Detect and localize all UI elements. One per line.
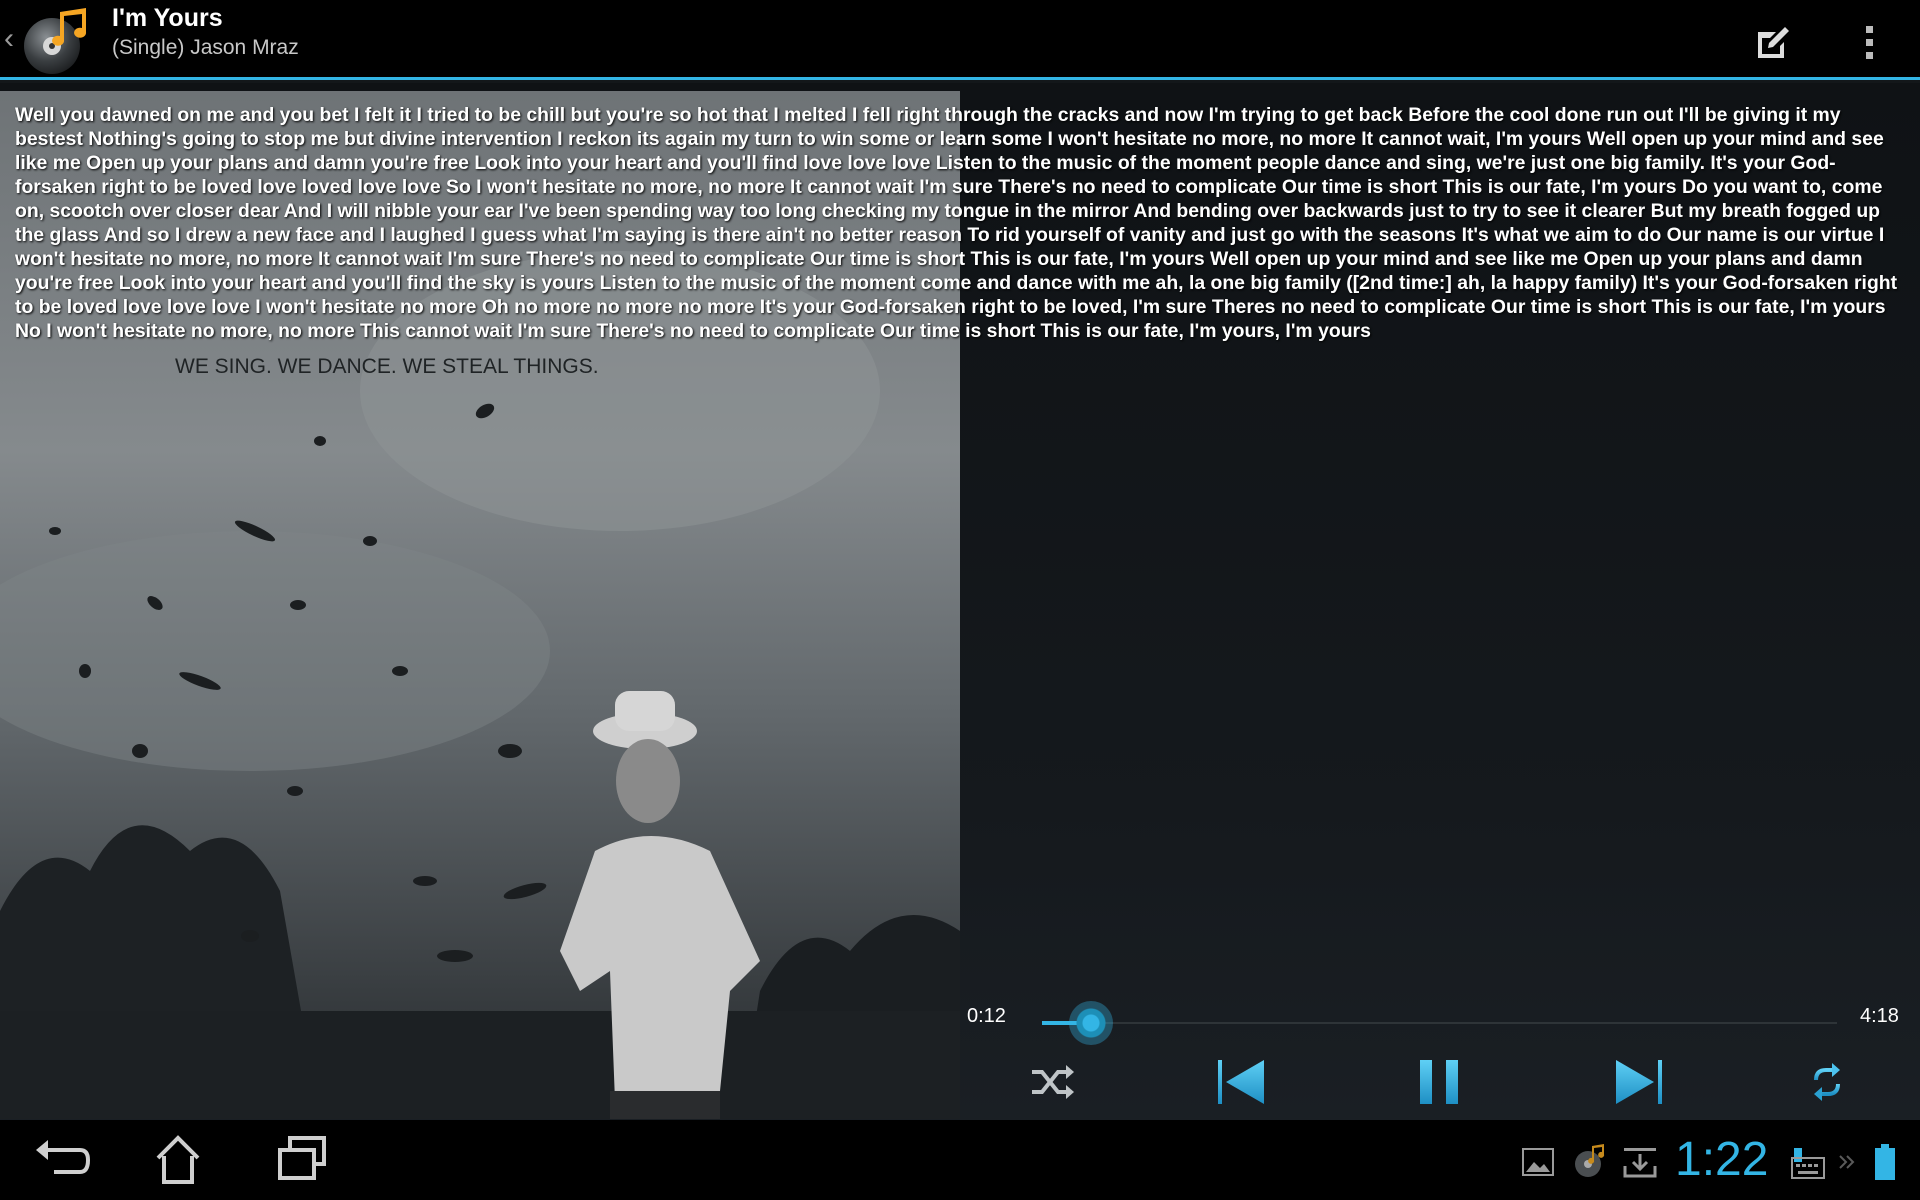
music-notification-icon[interactable] bbox=[1572, 1144, 1608, 1180]
seek-track[interactable] bbox=[1042, 1022, 1837, 1024]
current-time: 0:12 bbox=[967, 1005, 1006, 1027]
shuffle-icon[interactable] bbox=[1028, 1050, 1076, 1114]
expand-icon[interactable] bbox=[1836, 1144, 1858, 1180]
gallery-icon[interactable] bbox=[1520, 1144, 1556, 1180]
player-content: WE SING. WE DANCE. WE STEAL THINGS. Well… bbox=[0, 83, 1920, 1120]
repeat-icon[interactable] bbox=[1812, 1050, 1842, 1114]
clock[interactable]: 1:22 bbox=[1675, 1132, 1768, 1187]
battery-icon bbox=[1875, 1144, 1895, 1180]
up-caret-icon[interactable]: ‹ bbox=[4, 24, 14, 54]
lyrics-text: Well you dawned on me and you bet I felt… bbox=[15, 104, 1898, 342]
music-player-screen: ‹ I'm Yours (Single) Jason Mraz WE SING.… bbox=[0, 0, 1920, 1200]
music-app-icon[interactable] bbox=[20, 6, 92, 76]
previous-track-icon[interactable] bbox=[1216, 1050, 1268, 1114]
download-icon[interactable] bbox=[1622, 1144, 1658, 1180]
album-tagline: WE SING. WE DANCE. WE STEAL THINGS. bbox=[175, 355, 599, 378]
keyboard-icon[interactable] bbox=[1790, 1144, 1826, 1180]
total-time: 4:18 bbox=[1860, 1005, 1899, 1027]
next-track-icon[interactable] bbox=[1612, 1050, 1664, 1114]
pause-icon[interactable] bbox=[1418, 1050, 1462, 1114]
seek-bar[interactable] bbox=[1042, 1001, 1837, 1045]
album-artist: (Single) Jason Mraz bbox=[112, 36, 299, 59]
song-title: I'm Yours bbox=[112, 4, 223, 32]
recent-apps-icon[interactable] bbox=[260, 1128, 340, 1192]
overflow-menu-icon[interactable] bbox=[1850, 20, 1890, 64]
seek-thumb[interactable] bbox=[1069, 1001, 1113, 1045]
action-bar: ‹ I'm Yours (Single) Jason Mraz bbox=[0, 0, 1920, 80]
home-icon[interactable] bbox=[138, 1128, 218, 1192]
system-bar: 1:22 bbox=[0, 1120, 1920, 1200]
back-icon[interactable] bbox=[20, 1128, 100, 1192]
edit-lyrics-icon[interactable] bbox=[1752, 22, 1792, 62]
